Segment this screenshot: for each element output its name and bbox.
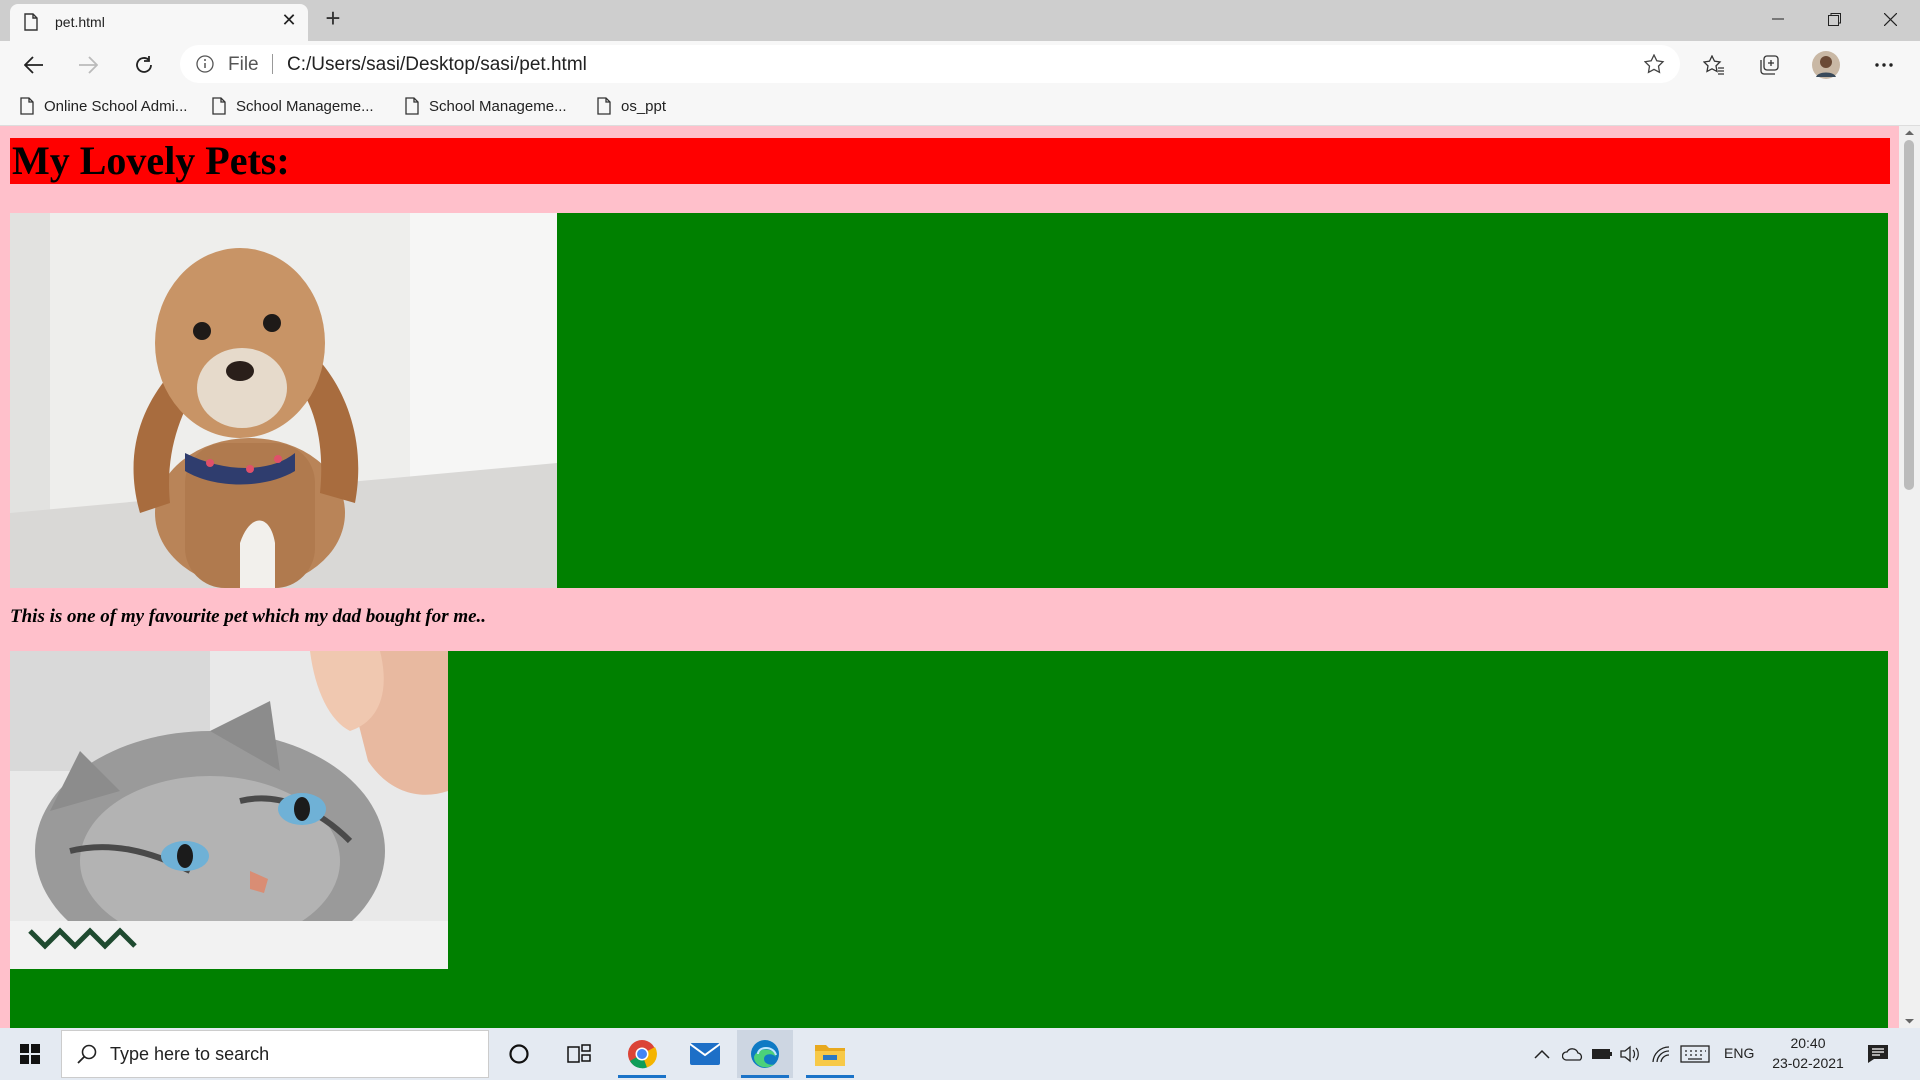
browser-toolbar: File C:/Users/sasi/Desktop/sasi/pet.html — [0, 41, 1920, 87]
new-tab-button[interactable]: + — [318, 3, 348, 34]
keyboard-icon[interactable] — [1680, 1045, 1710, 1063]
tab-strip: pet.html ✕ + — [0, 0, 1920, 41]
minimize-button[interactable] — [1750, 0, 1806, 38]
info-icon[interactable] — [196, 55, 214, 78]
bookmark-item[interactable]: os_ppt — [597, 95, 666, 117]
taskbar: Type here to search ENG 20:40 23-02-2021 — [0, 1028, 1920, 1080]
bookmark-label: Online School Admi... — [44, 97, 188, 115]
close-window-button[interactable] — [1862, 0, 1918, 38]
bookmark-item[interactable]: Online School Admi... — [20, 95, 187, 117]
web-page: My Lovely Pets: This is one of my favour… — [0, 126, 1899, 1028]
windows-start-icon[interactable] — [2, 1030, 58, 1078]
address-bar[interactable]: File C:/Users/sasi/Desktop/sasi/pet.html — [180, 45, 1680, 83]
pet-row-cat — [10, 651, 1888, 1028]
bookmark-item[interactable]: School Manageme... — [212, 95, 374, 117]
bookmarks-bar: Online School Admi... School Manageme...… — [0, 87, 1920, 126]
page-heading: My Lovely Pets: — [10, 138, 1890, 184]
more-menu-icon[interactable] — [1868, 49, 1900, 81]
page-icon — [24, 13, 38, 36]
url-scheme: File — [228, 54, 259, 75]
page-icon — [597, 97, 611, 115]
language-indicator[interactable]: ENG — [1724, 1045, 1754, 1061]
clock[interactable]: 20:40 23-02-2021 — [1764, 1033, 1852, 1073]
scroll-up-icon[interactable] — [1899, 126, 1920, 140]
browser-tab[interactable]: pet.html ✕ — [10, 4, 308, 41]
volume-icon[interactable] — [1620, 1045, 1640, 1063]
url-text[interactable]: C:/Users/sasi/Desktop/sasi/pet.html — [287, 54, 587, 76]
back-button[interactable] — [18, 49, 50, 81]
cortana-icon[interactable] — [491, 1030, 547, 1078]
running-indicator — [806, 1075, 854, 1078]
close-tab-icon[interactable]: ✕ — [278, 10, 300, 31]
pet-caption: This is one of my favourite pet which my… — [10, 606, 487, 627]
page-icon — [212, 97, 226, 115]
dog-photo — [10, 213, 557, 588]
clock-time: 20:40 — [1790, 1035, 1826, 1051]
file-explorer-icon[interactable] — [802, 1030, 858, 1078]
page-icon — [405, 97, 419, 115]
chrome-icon[interactable] — [614, 1030, 670, 1078]
task-view-icon[interactable] — [551, 1030, 607, 1078]
profile-avatar[interactable] — [1810, 49, 1842, 81]
scroll-thumb[interactable] — [1904, 140, 1914, 490]
restore-button[interactable] — [1806, 0, 1862, 38]
search-icon — [77, 1044, 97, 1064]
favorites-icon[interactable] — [1698, 49, 1730, 81]
scroll-down-icon[interactable] — [1899, 1014, 1920, 1028]
show-hidden-icons-icon[interactable] — [1534, 1048, 1550, 1060]
notifications-icon[interactable] — [1867, 1044, 1889, 1064]
search-placeholder: Type here to search — [110, 1044, 270, 1064]
bookmark-item[interactable]: School Manageme... — [405, 95, 567, 117]
cat-photo — [10, 651, 448, 969]
running-indicator — [618, 1075, 666, 1078]
pet-row-dog — [10, 213, 1888, 588]
bookmark-label: os_ppt — [621, 97, 667, 115]
forward-button[interactable] — [72, 49, 104, 81]
tab-title: pet.html — [55, 14, 105, 30]
mail-icon[interactable] — [677, 1030, 733, 1078]
address-divider — [272, 54, 273, 74]
edge-icon[interactable] — [737, 1030, 793, 1078]
page-scrollbar[interactable] — [1899, 126, 1920, 1028]
battery-icon[interactable] — [1591, 1048, 1613, 1060]
bookmark-label: School Manageme... — [236, 97, 374, 115]
taskbar-search-box[interactable]: Type here to search — [61, 1030, 489, 1078]
onedrive-icon[interactable] — [1562, 1047, 1584, 1061]
add-favorite-icon[interactable] — [1643, 53, 1666, 79]
page-icon — [20, 97, 34, 115]
wifi-icon[interactable] — [1651, 1045, 1671, 1063]
clock-date: 23-02-2021 — [1772, 1055, 1844, 1071]
collections-icon[interactable] — [1753, 49, 1785, 81]
refresh-button[interactable] — [128, 49, 160, 81]
running-indicator — [741, 1075, 789, 1078]
bookmark-label: School Manageme... — [429, 97, 567, 115]
